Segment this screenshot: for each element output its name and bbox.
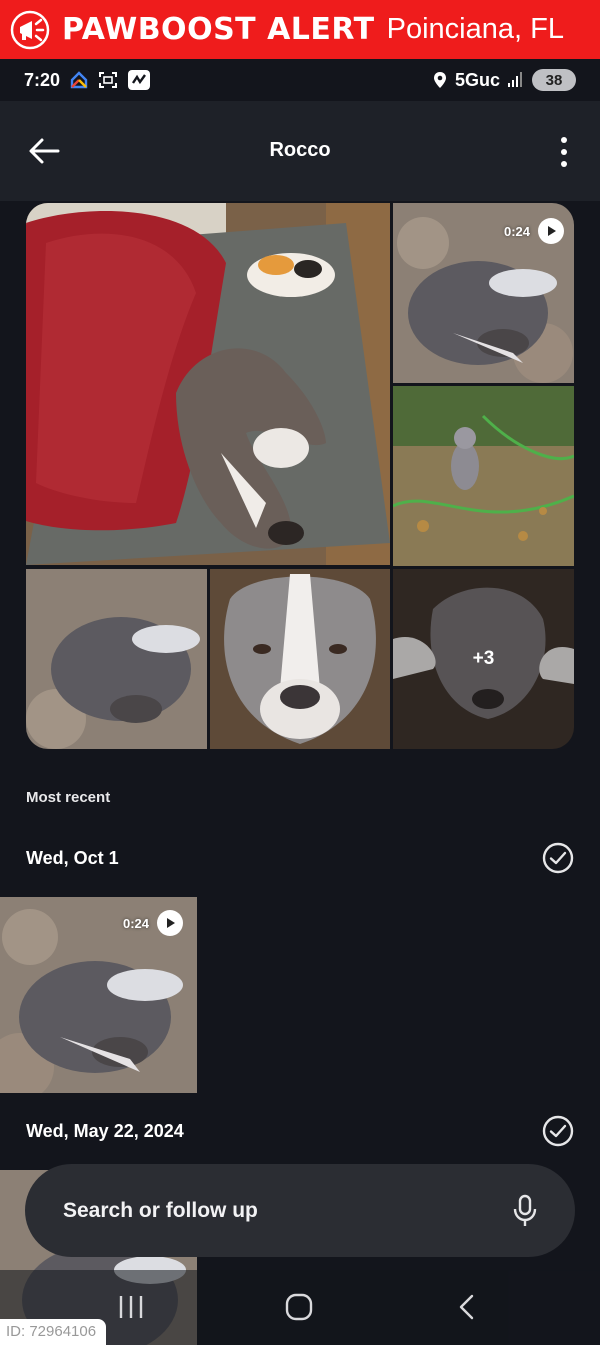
network-type: 5Guc	[454, 69, 500, 90]
search-input[interactable]: Search or follow up	[63, 1199, 258, 1223]
back-icon[interactable]	[452, 1292, 482, 1322]
play-icon	[538, 218, 564, 244]
video-duration-badge: 0:24	[123, 910, 183, 936]
search-bar[interactable]: Search or follow up	[25, 1164, 575, 1257]
video-sleeping-dog[interactable]: 0:24	[393, 203, 574, 383]
date-label: Wed, Oct 1	[26, 847, 119, 868]
photo-puppy-in-yard[interactable]	[393, 386, 574, 566]
microphone-icon[interactable]	[513, 1194, 537, 1228]
top-app-bar: Rocco	[0, 101, 600, 201]
alert-title: PAWBOOST ALERT	[62, 12, 375, 47]
photo-dog-face[interactable]	[210, 569, 390, 749]
megaphone-icon	[8, 8, 52, 52]
photo-dog-on-couch[interactable]	[26, 203, 390, 565]
play-icon	[157, 910, 183, 936]
select-all-check-icon[interactable]	[542, 1115, 574, 1147]
video-thumbnail[interactable]: 0:24	[0, 897, 197, 1093]
video-duration-badge: 0:24	[504, 218, 564, 244]
more-options-icon[interactable]	[554, 135, 574, 169]
select-all-check-icon[interactable]	[542, 842, 574, 874]
photo-dog-on-floor[interactable]: +3	[393, 569, 574, 749]
activity-icon	[128, 70, 151, 90]
date-group-header: Wed, May 22, 2024	[26, 1111, 574, 1151]
signal-icon	[508, 72, 522, 87]
section-most-recent: Most recent	[26, 789, 111, 806]
home-icon[interactable]	[284, 1292, 314, 1322]
more-photos-count: +3	[393, 569, 574, 749]
battery-indicator: 38	[532, 69, 576, 91]
recent-apps-icon[interactable]	[116, 1292, 146, 1322]
date-group-header: Wed, Oct 1	[26, 838, 574, 878]
status-time: 7:20	[24, 69, 61, 90]
photo-collage: 0:24 +3	[26, 203, 574, 749]
date-label: Wed, May 22, 2024	[26, 1120, 184, 1141]
alert-location: Poinciana, FL	[386, 13, 564, 45]
album-title: Rocco	[269, 139, 331, 161]
photo-sleeping-dog[interactable]	[26, 569, 207, 749]
screenshot-icon	[99, 72, 118, 88]
listing-id-label: ID: 72964106	[0, 1319, 107, 1345]
pawboost-alert-banner: PAWBOOST ALERT Poinciana, FL	[0, 0, 600, 59]
home-app-icon	[70, 71, 88, 89]
status-bar: 7:20 5Guc 38	[0, 59, 600, 101]
location-icon	[433, 72, 446, 88]
